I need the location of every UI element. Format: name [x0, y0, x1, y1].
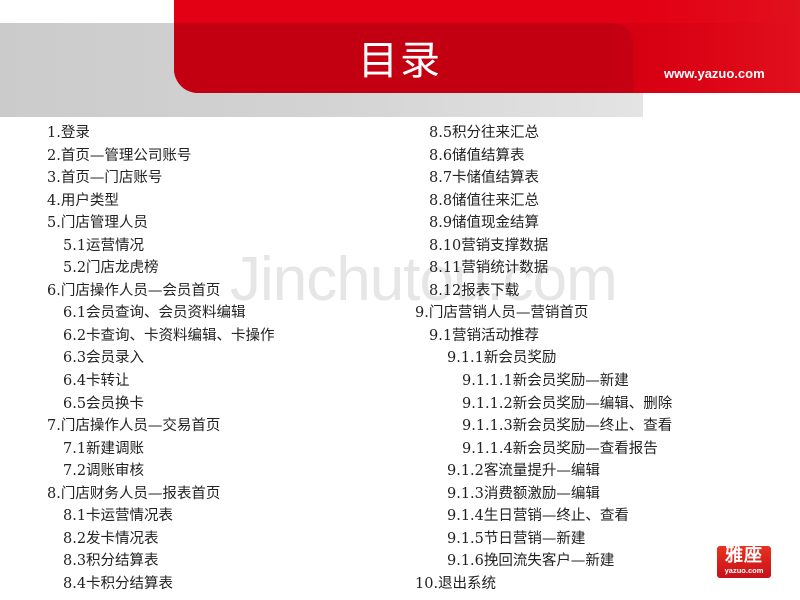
- logo-name-cn: 雅座: [725, 545, 763, 566]
- toc-item[interactable]: 7.1新建调账: [47, 438, 275, 461]
- toc-item[interactable]: 6.4卡转让: [47, 370, 275, 393]
- toc-item[interactable]: 8.2发卡情况表: [47, 528, 275, 551]
- toc-item[interactable]: 6.2卡查询、卡资料编辑、卡操作: [47, 325, 275, 348]
- toc-item[interactable]: 6.门店操作人员—会员首页: [47, 280, 275, 303]
- toc-item[interactable]: 3.首页—门店账号: [47, 167, 275, 190]
- toc-item[interactable]: 10.退出系统: [415, 573, 672, 596]
- toc-item[interactable]: 9.1.1.3新会员奖励—终止、查看: [415, 415, 672, 438]
- toc-item[interactable]: 1.登录: [47, 122, 275, 145]
- toc-item[interactable]: 2.首页—管理公司账号: [47, 145, 275, 168]
- toc-item[interactable]: 9.1.6挽回流失客户—新建: [415, 550, 672, 573]
- toc-right-column: 8.5积分往来汇总 8.6储值结算表 8.7卡储值结算表 8.8储值往来汇总 8.9储值…: [415, 122, 672, 595]
- toc-item[interactable]: 5.门店管理人员: [47, 212, 275, 235]
- toc-item[interactable]: 6.3会员录入: [47, 347, 275, 370]
- toc-item[interactable]: 9.1.2客流量提升—编辑: [415, 460, 672, 483]
- toc-item[interactable]: 8.6储值结算表: [415, 145, 672, 168]
- toc-item[interactable]: 7.门店操作人员—交易首页: [47, 415, 275, 438]
- toc-item[interactable]: 5.1运营情况: [47, 235, 275, 258]
- toc-item[interactable]: 8.3积分结算表: [47, 550, 275, 573]
- toc-item[interactable]: 9.1.1.4新会员奖励—查看报告: [415, 438, 672, 461]
- toc-item[interactable]: 8.7卡储值结算表: [415, 167, 672, 190]
- toc-item[interactable]: 9.1.1.1新会员奖励—新建: [415, 370, 672, 393]
- toc-item[interactable]: 8.11营销统计数据: [415, 257, 672, 280]
- toc-item[interactable]: 9.1.3消费额激励—编辑: [415, 483, 672, 506]
- toc-item[interactable]: 8.5积分往来汇总: [415, 122, 672, 145]
- toc-item[interactable]: 5.2门店龙虎榜: [47, 257, 275, 280]
- toc-item[interactable]: 9.1.4生日营销—终止、查看: [415, 505, 672, 528]
- toc-item[interactable]: 9.门店营销人员—营销首页: [415, 302, 672, 325]
- toc-item[interactable]: 8.8储值往来汇总: [415, 190, 672, 213]
- toc-item[interactable]: 8.9储值现金结算: [415, 212, 672, 235]
- toc-left-column: 1.登录 2.首页—管理公司账号 3.首页—门店账号 4.用户类型 5.门店管理人员 5.…: [47, 122, 275, 595]
- toc-item[interactable]: 8.4卡积分结算表: [47, 573, 275, 596]
- yazuo-logo: 雅座 yazuo.com: [717, 546, 771, 578]
- toc-item[interactable]: 8.1卡运营情况表: [47, 505, 275, 528]
- toc-item[interactable]: 7.2调账审核: [47, 460, 275, 483]
- toc-item[interactable]: 9.1.5节日营销—新建: [415, 528, 672, 551]
- toc-item[interactable]: 9.1.1新会员奖励: [415, 347, 672, 370]
- toc-item[interactable]: 6.5会员换卡: [47, 393, 275, 416]
- toc-item[interactable]: 9.1.1.2新会员奖励—编辑、删除: [415, 393, 672, 416]
- toc-item[interactable]: 8.10营销支撑数据: [415, 235, 672, 258]
- toc-item[interactable]: 6.1会员查询、会员资料编辑: [47, 302, 275, 325]
- toc-item[interactable]: 4.用户类型: [47, 190, 275, 213]
- toc-item[interactable]: 8.门店财务人员—报表首页: [47, 483, 275, 506]
- toc-item[interactable]: 8.12报表下载: [415, 280, 672, 303]
- logo-name-en: yazuo.com: [724, 566, 764, 575]
- toc-item[interactable]: 9.1营销活动推荐: [415, 325, 672, 348]
- site-url: www.yazuo.com: [664, 66, 765, 81]
